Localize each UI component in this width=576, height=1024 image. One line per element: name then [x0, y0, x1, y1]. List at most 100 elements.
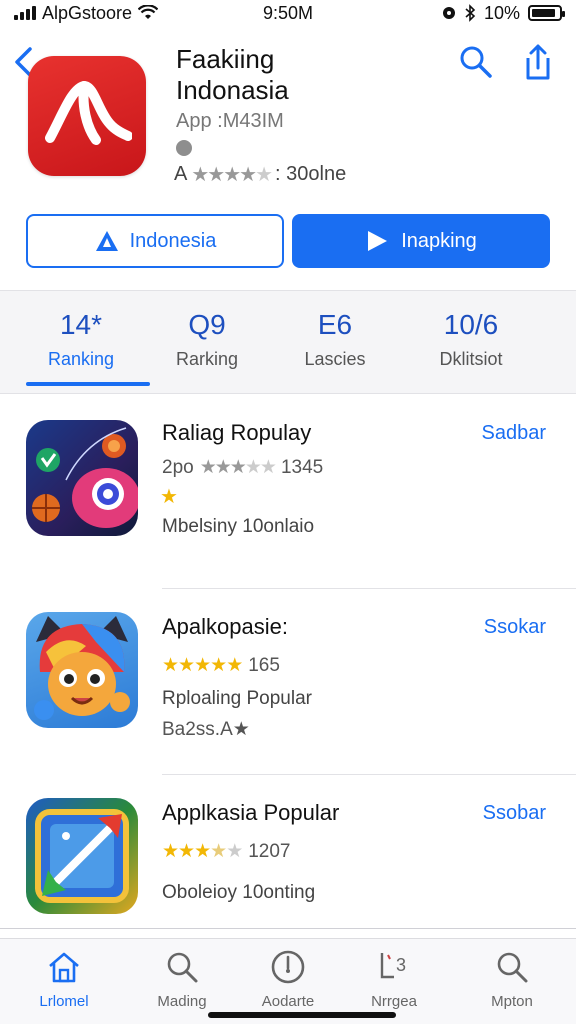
app-logo-icon — [45, 80, 132, 145]
svg-text:3: 3 — [396, 955, 406, 975]
signal-icon — [14, 6, 36, 20]
item-action-button[interactable]: Ssobar — [483, 802, 546, 825]
rankings-icon: 3 — [380, 953, 406, 979]
search-icon[interactable] — [458, 44, 494, 80]
item-description: Mbelsiny 10onlaio — [162, 516, 315, 537]
map-icon — [26, 798, 138, 914]
star-icon: ★ — [255, 164, 273, 186]
search-icon — [167, 952, 198, 983]
carrier-name: AlpGstoore — [42, 2, 133, 23]
star-icon: ★ — [160, 486, 178, 508]
item-rating: 2po ★★★★★ 1345 — [162, 456, 323, 479]
tab-label: Aodarte — [261, 993, 315, 1010]
triangle-icon — [95, 231, 118, 251]
app-subtitle: App :M43IM — [176, 110, 284, 132]
rating-prefix: 2po — [162, 456, 194, 478]
rating-count: 1345 — [280, 456, 324, 478]
tab-home[interactable]: Lrlomel — [14, 949, 114, 1010]
status-time: 9:50M — [262, 2, 314, 23]
tab-label: Lrlomel — [39, 993, 89, 1010]
app-title-line1: Faakiing — [176, 44, 275, 74]
star-icon: ★ — [229, 457, 247, 478]
divider — [162, 774, 576, 775]
app-rating: A ★★★★★ : 30olne — [174, 162, 346, 187]
star-icon: ★ — [214, 457, 232, 478]
rating-stars: ★★★★★ — [191, 162, 273, 187]
game-icon — [26, 420, 138, 536]
tab-rankings[interactable]: 3 Nrrgea — [344, 949, 444, 1010]
rating-suffix: : 30olne — [275, 163, 347, 185]
item-title: Raliag Ropulay — [162, 420, 312, 445]
star-icon: ★ — [244, 457, 262, 478]
star-icon: ★ — [226, 841, 243, 862]
play-icon — [368, 231, 388, 251]
bluetooth-icon — [465, 4, 476, 22]
item-description: Oboleioy 10onting — [162, 882, 316, 903]
star-icon: ★ — [239, 164, 257, 186]
item-title: Applkasia Popular — [162, 800, 340, 825]
rating-count: 165 — [248, 654, 280, 676]
item-action-button[interactable]: Ssokar — [484, 616, 546, 639]
star-icon: ★ — [199, 457, 217, 478]
stat-label: Dklitsiot — [439, 349, 503, 369]
battery-icon — [528, 5, 565, 21]
search-icon — [497, 952, 528, 983]
app-icon — [28, 56, 146, 176]
tab-dklitsiot[interactable]: 10/6 Dklitsiot — [406, 309, 536, 370]
compass-icon — [271, 950, 305, 984]
home-indicator — [208, 1012, 396, 1018]
divider — [162, 588, 576, 589]
star-icon: ★ — [162, 655, 179, 676]
star-icon: ★ — [259, 457, 277, 478]
item-description-secondary: Ba2ss.A★ — [162, 719, 250, 740]
star-icon: ★ — [226, 655, 243, 676]
app-title-line2: Indonasia — [176, 75, 289, 105]
item-rating: ★★★★★ 165 — [162, 654, 280, 677]
star-icon: ★ — [210, 655, 227, 676]
item-title: Apalkopasie: — [162, 614, 288, 639]
alarm-icon — [442, 7, 455, 19]
share-icon[interactable] — [520, 42, 556, 82]
tab-lascies[interactable]: E6 Lascies — [270, 309, 400, 370]
rating-stars: ★★★★★ — [162, 840, 243, 863]
tab-label: Mading — [157, 993, 207, 1010]
rating-prefix: A — [174, 163, 188, 185]
item-action-button[interactable]: Sadbar — [482, 422, 547, 445]
play-button[interactable]: Inapking — [292, 214, 550, 268]
stat-label: Rarking — [175, 349, 239, 369]
star-icon: ★ — [223, 164, 241, 186]
tab-label: Mpton — [491, 993, 533, 1010]
star-icon: ★ — [207, 164, 225, 186]
stat-label: Ranking — [47, 349, 115, 369]
app-title: Faakiing Indonasia — [176, 44, 436, 106]
tab-label: Nrrgea — [371, 993, 417, 1010]
stat-value: E6 — [317, 309, 353, 340]
rating-stars: ★★★★★ — [162, 654, 243, 677]
active-tab-indicator — [26, 382, 150, 386]
item-description: Rploaling Popular — [162, 688, 312, 709]
star-icon: ★ — [191, 164, 209, 186]
status-bar: AlpGstoore 9:50M 10% — [0, 0, 576, 26]
tab-ranking[interactable]: 14* Ranking — [16, 309, 146, 370]
star-icon: ★ — [194, 655, 211, 676]
status-left: AlpGstoore — [14, 2, 159, 24]
stats-tabs: 14* Ranking Q9 Rarking E6 Lascies 10/6 D… — [0, 290, 576, 394]
play-button-label: Inapking — [401, 229, 477, 252]
star-icon: ★ — [194, 841, 211, 862]
character-icon — [26, 612, 138, 728]
wifi-icon — [138, 5, 159, 19]
tab-more[interactable]: Mpton — [462, 949, 562, 1010]
rating-stars: ★★★★★ — [199, 456, 277, 479]
item-rating: ★★★★★ 1207 — [162, 840, 291, 863]
home-icon — [49, 952, 79, 983]
tab-rarking[interactable]: Q9 Rarking — [142, 309, 272, 370]
divider — [0, 928, 576, 929]
tab-updates[interactable]: Aodarte — [238, 949, 338, 1010]
battery-level — [532, 9, 556, 17]
star-icon: ★ — [210, 841, 227, 862]
region-button[interactable]: Indonesia — [26, 214, 284, 268]
rating-count: 1207 — [248, 840, 291, 862]
tab-search[interactable]: Mading — [132, 949, 232, 1010]
stat-label: Lascies — [304, 349, 366, 369]
status-right: 10% — [442, 3, 565, 24]
